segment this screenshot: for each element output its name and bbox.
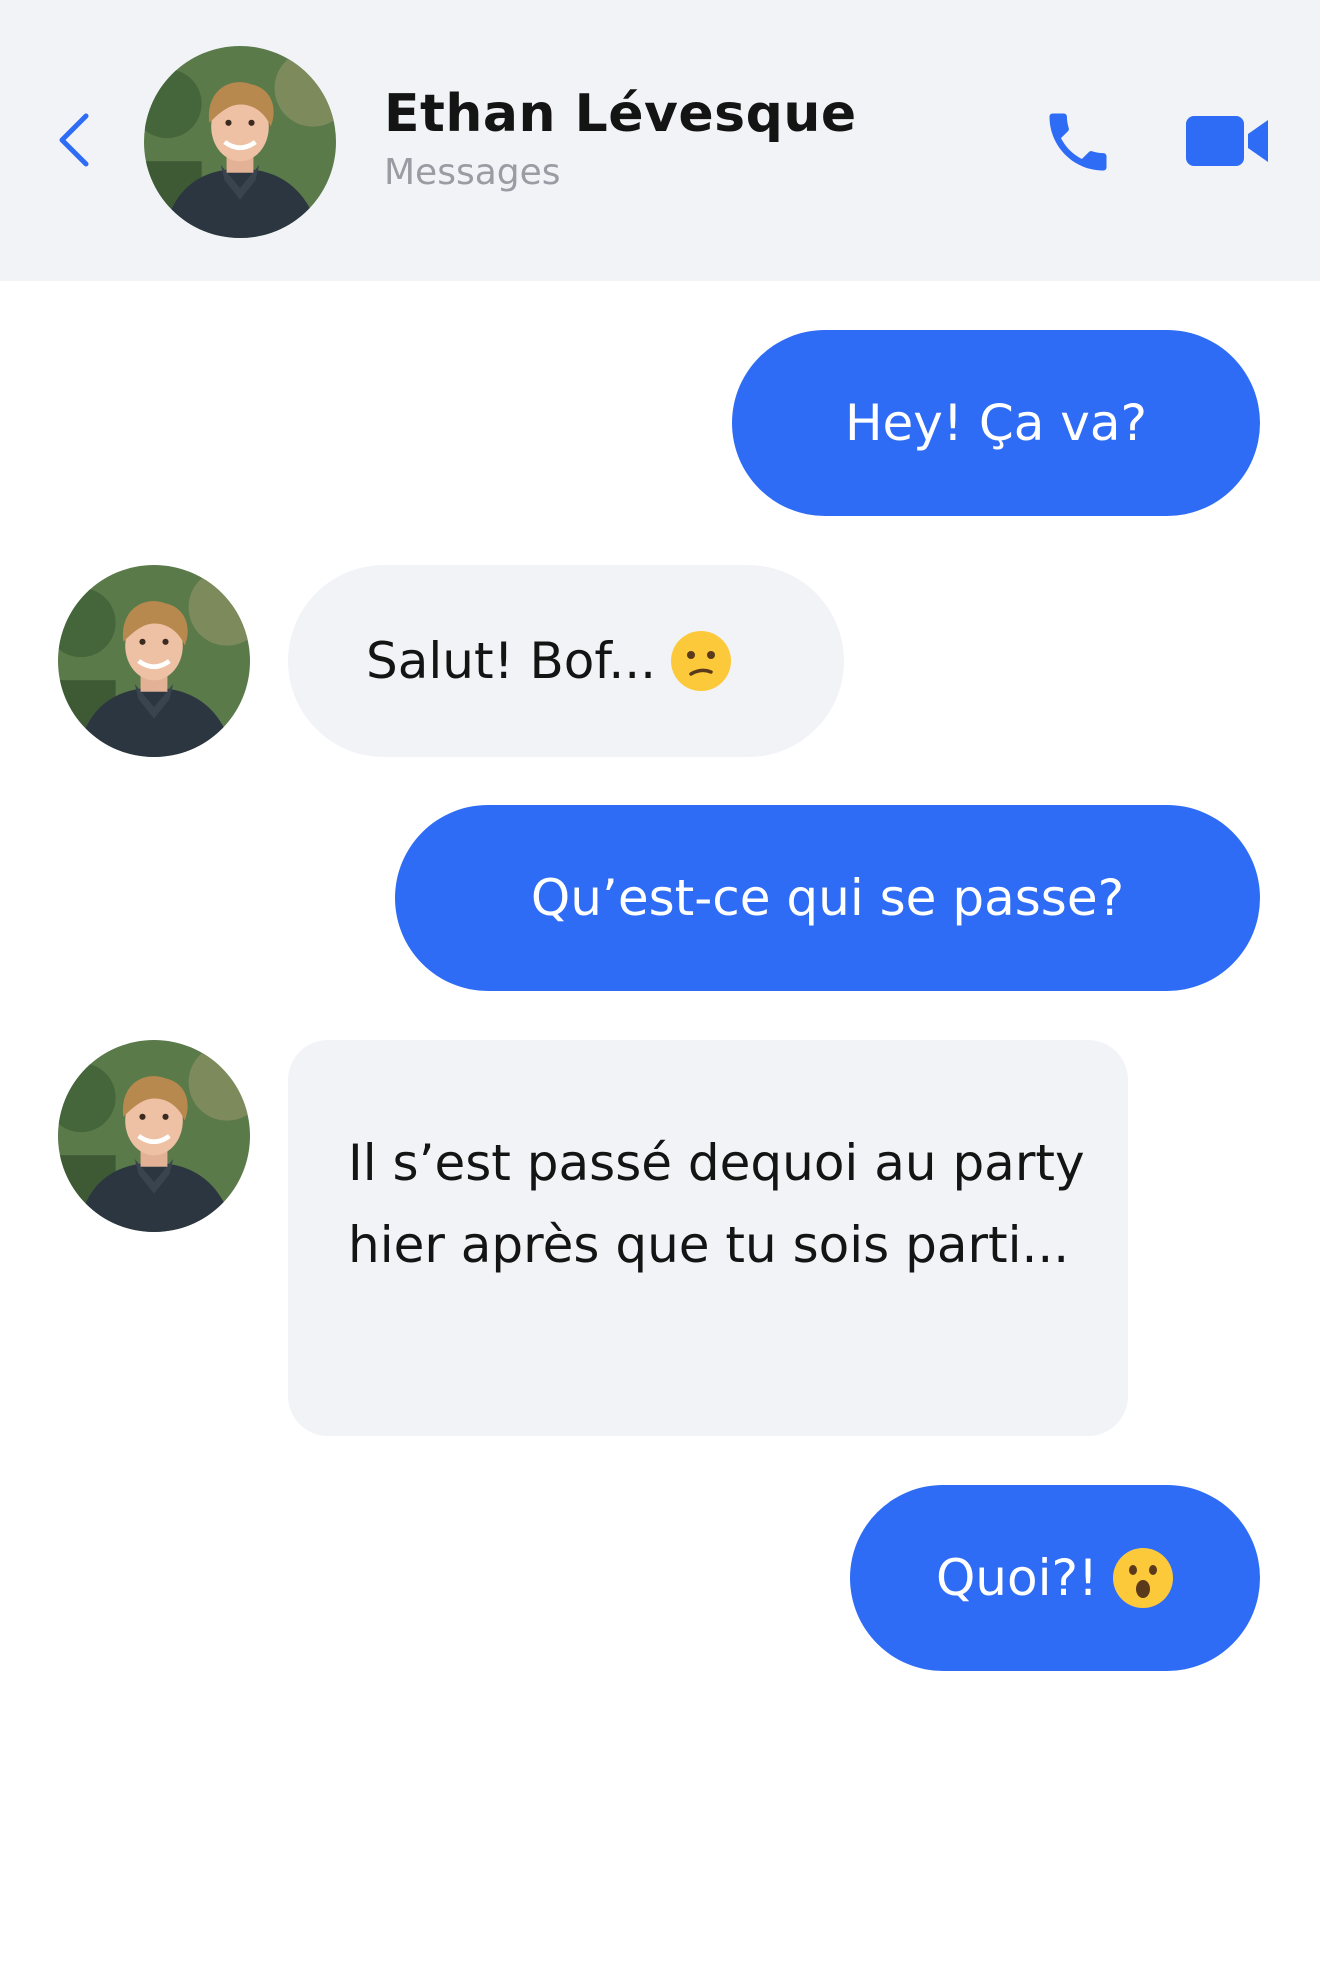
confused-face-emoji — [670, 630, 732, 692]
contact-avatar[interactable] — [144, 46, 336, 238]
contact-subtitle: Messages — [384, 152, 561, 193]
phone-icon — [1049, 113, 1107, 171]
message-bubble-outgoing[interactable]: Qu’est-ce qui se passe? — [395, 805, 1260, 991]
chevron-left-icon — [59, 113, 89, 167]
sender-avatar[interactable] — [58, 565, 250, 757]
message-text: Quoi?! — [935, 1549, 1099, 1607]
message-text: Hey! Ça va? — [844, 394, 1148, 452]
message-bubble-incoming[interactable]: Il s’est passé dequoi au party hier aprè… — [288, 1040, 1128, 1436]
message-bubble-incoming[interactable]: Salut! Bof... — [288, 565, 844, 757]
call-button[interactable] — [1040, 104, 1116, 180]
message-text: Il s’est passé dequoi au party hier aprè… — [348, 1134, 1085, 1274]
video-call-button[interactable] — [1186, 114, 1268, 168]
sender-avatar[interactable] — [58, 1040, 250, 1232]
message-bubble-outgoing[interactable]: Quoi?! — [850, 1485, 1260, 1671]
back-button[interactable] — [52, 108, 96, 172]
contact-name: Ethan Lévesque — [384, 84, 857, 144]
video-camera-icon — [1186, 116, 1268, 166]
chat-header: Ethan Lévesque Messages — [0, 0, 1320, 281]
message-text: Salut! Bof... — [366, 632, 657, 690]
message-bubble-outgoing[interactable]: Hey! Ça va? — [732, 330, 1260, 516]
message-text: Qu’est-ce qui se passe? — [530, 869, 1125, 927]
surprised-face-emoji — [1112, 1547, 1174, 1609]
